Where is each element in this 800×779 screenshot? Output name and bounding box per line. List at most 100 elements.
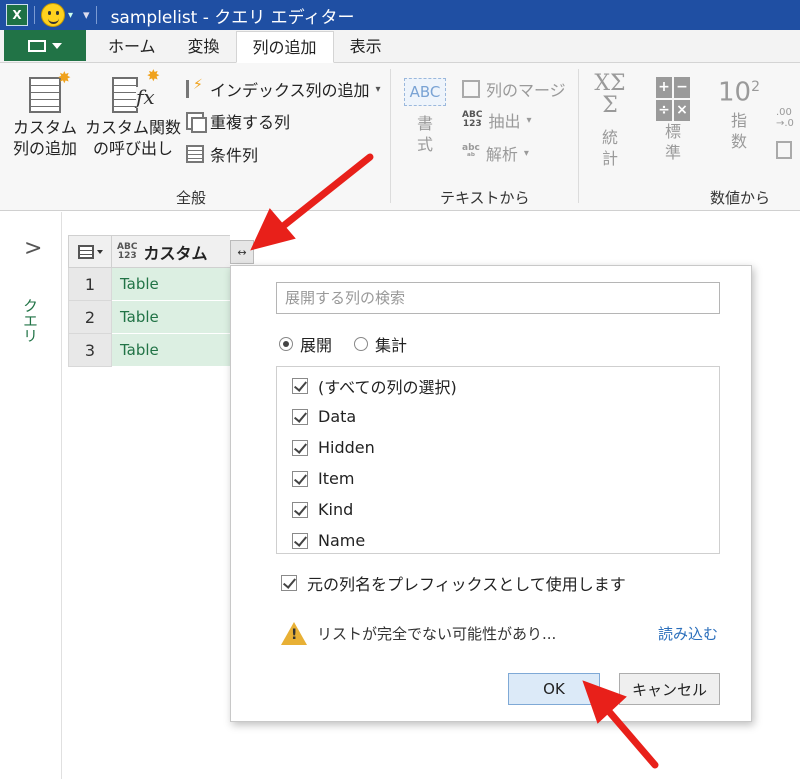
ribbon: カスタム 列の追加 fx カスタム関数 の呼び出し インデックス列の追加 ▾ 重… <box>0 63 800 211</box>
conditional-column-label: 条件列 <box>210 146 259 165</box>
chevron-down-icon <box>96 249 103 254</box>
table-menu-button[interactable] <box>68 235 112 268</box>
chevron-down-icon: ▾ <box>375 83 381 95</box>
radio-aggregate-label: 集計 <box>375 336 408 355</box>
format-label-2: 式 <box>416 135 433 154</box>
group-divider <box>578 69 579 203</box>
table-cell[interactable]: Table <box>112 268 230 301</box>
checklist-item-select-all[interactable]: (すべての列の選択) <box>277 370 719 401</box>
table-row: 1 Table <box>68 268 254 301</box>
scientific-button[interactable]: 102 指 数 <box>712 77 766 152</box>
radio-expand-label: 展開 <box>300 336 333 355</box>
file-menu-button[interactable] <box>4 30 86 61</box>
checkbox[interactable] <box>292 377 308 394</box>
table-cell[interactable]: Table <box>112 334 230 367</box>
ribbon-tab-bar: ホーム 変換 列の追加 表示 <box>0 30 800 63</box>
invoke-custom-function-button[interactable]: fx カスタム関数 の呼び出し <box>84 65 182 159</box>
use-prefix-checkbox[interactable] <box>281 575 297 591</box>
column-name: カスタム <box>143 243 208 263</box>
cancel-button[interactable]: キャンセル <box>619 673 720 705</box>
sigma-icon: XΣ Σ <box>594 71 626 118</box>
checklist-item-label: Kind <box>318 500 354 519</box>
row-number: 2 <box>68 301 112 334</box>
duplicate-column-button[interactable]: 重複する列 <box>186 109 290 133</box>
parse-button[interactable]: abc ᵃᵇ 解析 ▾ <box>462 141 529 165</box>
checklist-item-hidden[interactable]: Hidden <box>277 432 719 463</box>
tab-add-column[interactable]: 列の追加 <box>235 31 334 63</box>
custom-column-button[interactable]: カスタム 列の追加 <box>8 67 82 159</box>
quick-access-customize-icon[interactable]: ▾ <box>83 8 90 23</box>
data-grid: ABC 123 カスタム ↔ 1 Table 2 Table 3 Table <box>68 235 254 367</box>
group-divider <box>390 69 391 203</box>
use-prefix-option[interactable]: 元の列名をプレフィックスとして使用します <box>281 571 626 595</box>
tab-transform[interactable]: 変換 <box>172 32 236 62</box>
chevron-right-icon[interactable]: > <box>24 236 42 261</box>
merge-columns-button[interactable]: 列のマージ <box>462 77 566 101</box>
checklist-item-label: Name <box>318 531 366 550</box>
statistics-label-1: 統 <box>601 128 618 147</box>
title-separator <box>95 6 97 24</box>
merge-columns-icon <box>462 80 480 98</box>
expand-column-icon[interactable]: ↔ <box>230 240 254 264</box>
incomplete-list-warning: リストが完全でない可能性があり... <box>281 622 556 645</box>
table-row: 2 Table <box>68 301 254 334</box>
tab-home[interactable]: ホーム <box>92 32 172 62</box>
information-icon[interactable] <box>776 141 792 159</box>
scientific-label-1: 指 <box>730 110 747 130</box>
expand-mode-group: 展開 集計 <box>279 332 407 356</box>
radio-aggregate-dot <box>354 337 369 351</box>
checkbox[interactable] <box>292 408 308 425</box>
radio-expand-dot <box>279 337 293 351</box>
queries-pane: > クエリ <box>0 212 62 779</box>
custom-column-label-2: 列の追加 <box>12 139 77 158</box>
any-type-icon: ABC 123 <box>117 241 138 261</box>
checkbox[interactable] <box>292 439 308 456</box>
checklist-item-label: Hidden <box>318 438 375 457</box>
invoke-function-label-2: の呼び出し <box>92 139 173 158</box>
standard-label-2: 準 <box>664 143 681 162</box>
checklist-item-name[interactable]: Name <box>277 525 719 556</box>
checklist-item-data[interactable]: Data <box>277 401 719 432</box>
conditional-column-button[interactable]: 条件列 <box>186 142 258 166</box>
chevron-down-icon: ▾ <box>523 147 529 159</box>
invoke-function-label-1: カスタム関数 <box>84 118 181 137</box>
index-column-button[interactable]: インデックス列の追加 ▾ <box>186 77 381 101</box>
feedback-smiley-icon[interactable] <box>41 3 65 27</box>
checkbox[interactable] <box>292 532 308 549</box>
checkbox[interactable] <box>292 501 308 518</box>
chevron-down-icon[interactable]: ▾ <box>68 10 73 21</box>
extract-label: 抽出 <box>488 112 521 131</box>
decimal-icon[interactable]: .00 →.0 <box>776 107 794 129</box>
abc123-icon: ABC 123 <box>462 110 483 129</box>
row-number: 1 <box>68 268 112 301</box>
tab-view[interactable]: 表示 <box>334 32 398 62</box>
checklist-item-item[interactable]: Item <box>277 463 719 494</box>
checklist-item-label: Item <box>318 469 355 488</box>
scientific-label-2: 数 <box>730 131 747 151</box>
checkbox[interactable] <box>292 470 308 487</box>
table-row: 3 Table <box>68 334 254 367</box>
radio-expand[interactable]: 展開 <box>279 332 332 356</box>
chevron-down-icon <box>52 42 62 49</box>
group-label-number: 数値から <box>710 189 771 207</box>
column-search-input[interactable] <box>276 282 720 314</box>
excel-icon[interactable]: X <box>6 4 28 26</box>
column-header-custom[interactable]: ABC 123 カスタム <box>112 235 230 268</box>
grid-header: ABC 123 カスタム ↔ <box>68 235 254 268</box>
warning-text: リストが完全でない可能性があり... <box>317 625 557 643</box>
format-button[interactable]: ABC 書 式 <box>398 78 452 155</box>
file-menu-icon <box>28 39 46 52</box>
exponent-icon: 102 <box>717 77 760 108</box>
table-cell[interactable]: Table <box>112 301 230 334</box>
load-more-link[interactable]: 読み込む <box>658 623 718 644</box>
standard-label-1: 標 <box>664 122 681 141</box>
duplicate-column-icon <box>186 112 207 133</box>
warning-icon <box>281 622 307 645</box>
extract-button[interactable]: ABC 123 抽出 ▾ <box>462 108 531 132</box>
radio-aggregate[interactable]: 集計 <box>354 332 407 356</box>
statistics-button[interactable]: XΣ Σ 統 計 <box>590 73 630 169</box>
checklist-item-kind[interactable]: Kind <box>277 494 719 525</box>
queries-label[interactable]: クエリ <box>20 298 41 343</box>
ok-button[interactable]: OK <box>508 673 600 705</box>
standard-button[interactable]: + − ÷ × 標 準 <box>650 77 696 163</box>
